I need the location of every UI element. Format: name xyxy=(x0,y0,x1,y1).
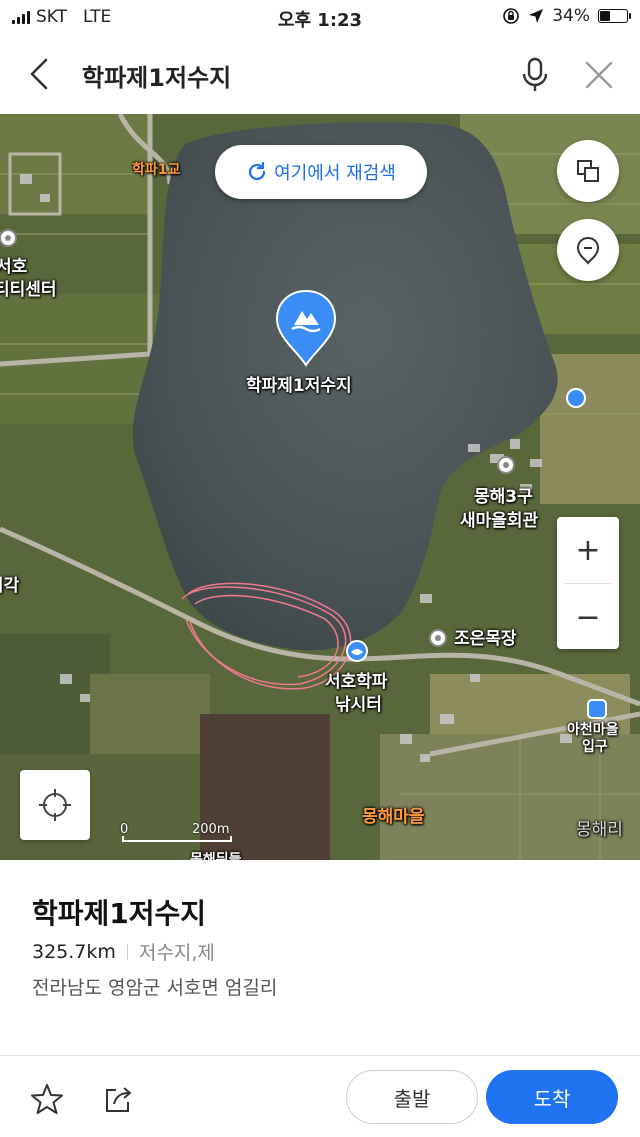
map-pin-button[interactable] xyxy=(557,219,619,281)
reservoir-marker-label: 학파제1저수지 xyxy=(246,376,352,396)
zoom-out-button[interactable]: − xyxy=(557,584,619,650)
map-label-bus-stop-2: 입구 xyxy=(582,739,608,755)
orientation-lock-icon xyxy=(503,8,520,24)
voice-search-button[interactable] xyxy=(514,52,556,96)
map-label-community-2: 티티센터 xyxy=(0,280,57,300)
search-header: 학파제1저수지 xyxy=(0,34,640,114)
map-layers-button[interactable] xyxy=(557,140,619,202)
bottom-action-bar: 출발 도착 xyxy=(0,1055,640,1137)
map-label-village: 몽해마을 xyxy=(362,807,425,827)
route-start-button[interactable]: 출발 xyxy=(346,1070,478,1124)
map-label-ranch: 조은목장 xyxy=(454,629,517,649)
map-scale: 0 200m xyxy=(120,820,232,848)
pin-outline-icon xyxy=(576,236,600,265)
favorite-button[interactable] xyxy=(28,1080,66,1118)
place-name: 학파제1저수지 xyxy=(32,897,207,930)
meta-divider xyxy=(126,943,128,960)
star-icon xyxy=(31,1084,63,1114)
map-imagery xyxy=(0,114,640,860)
back-button[interactable] xyxy=(20,52,60,96)
map-label-village-hall-2: 새마을회관 xyxy=(460,511,539,531)
chevron-left-icon xyxy=(30,58,48,90)
status-bar: SKT LTE 오후 1:23 34% xyxy=(0,0,640,34)
location-arrow-icon xyxy=(529,9,544,23)
zoom-controls: + − xyxy=(557,517,619,649)
zoom-in-button[interactable]: + xyxy=(557,517,619,583)
share-icon xyxy=(106,1087,131,1112)
microphone-icon xyxy=(522,57,548,91)
reservoir-marker-icon[interactable] xyxy=(275,289,337,367)
map-label-community-1: 서호 xyxy=(0,257,28,277)
scale-bar xyxy=(122,836,232,842)
map-label-left-edge: 시각 xyxy=(0,576,20,596)
search-query-field[interactable]: 학파제1저수지 xyxy=(82,58,231,93)
map-label-village-hall-1: 몽해3구 xyxy=(474,487,533,507)
current-location-button[interactable] xyxy=(20,770,90,840)
scale-end: 200m xyxy=(192,822,230,837)
map-label-fishing-1: 서호학파 xyxy=(325,672,388,692)
place-meta: 325.7km 저수지,제 xyxy=(32,938,215,965)
scale-start: 0 xyxy=(120,822,129,837)
satellite-map[interactable]: 학파제1저수지 학파1교 서호 티티센터 몽해3구 새마을회관 시각 조은목장 … xyxy=(0,114,640,860)
map-label-fishing-2: 낚시터 xyxy=(335,695,382,715)
place-distance: 325.7km xyxy=(32,940,116,963)
place-info-panel[interactable]: 학파제1저수지 325.7km 저수지,제 전라남도 영암군 서호면 엄길리 xyxy=(0,860,640,1055)
map-label-village-right: 몽해리 xyxy=(576,820,623,840)
battery-icon xyxy=(598,9,631,23)
clear-search-button[interactable] xyxy=(578,54,620,96)
status-right: 34% xyxy=(502,6,631,26)
map-label-bridge: 학파1교 xyxy=(132,162,181,178)
refresh-icon xyxy=(249,161,266,181)
route-arrive-button[interactable]: 도착 xyxy=(486,1070,618,1124)
map-label-bus-stop-1: 아천마을 xyxy=(567,722,619,738)
research-here-button[interactable]: 여기에서 재검색 xyxy=(215,145,427,199)
close-icon xyxy=(585,61,613,89)
share-button[interactable] xyxy=(100,1080,138,1118)
place-address: 전라남도 영암군 서호면 엄길리 xyxy=(32,977,278,999)
place-category: 저수지,제 xyxy=(138,942,215,964)
map-label-bottom-cut: 몽해뒤들 xyxy=(190,852,242,860)
crosshair-icon xyxy=(39,789,71,821)
layers-icon xyxy=(577,160,599,182)
battery-percent: 34% xyxy=(552,6,590,26)
research-here-label: 여기에서 재검색 xyxy=(274,163,396,184)
